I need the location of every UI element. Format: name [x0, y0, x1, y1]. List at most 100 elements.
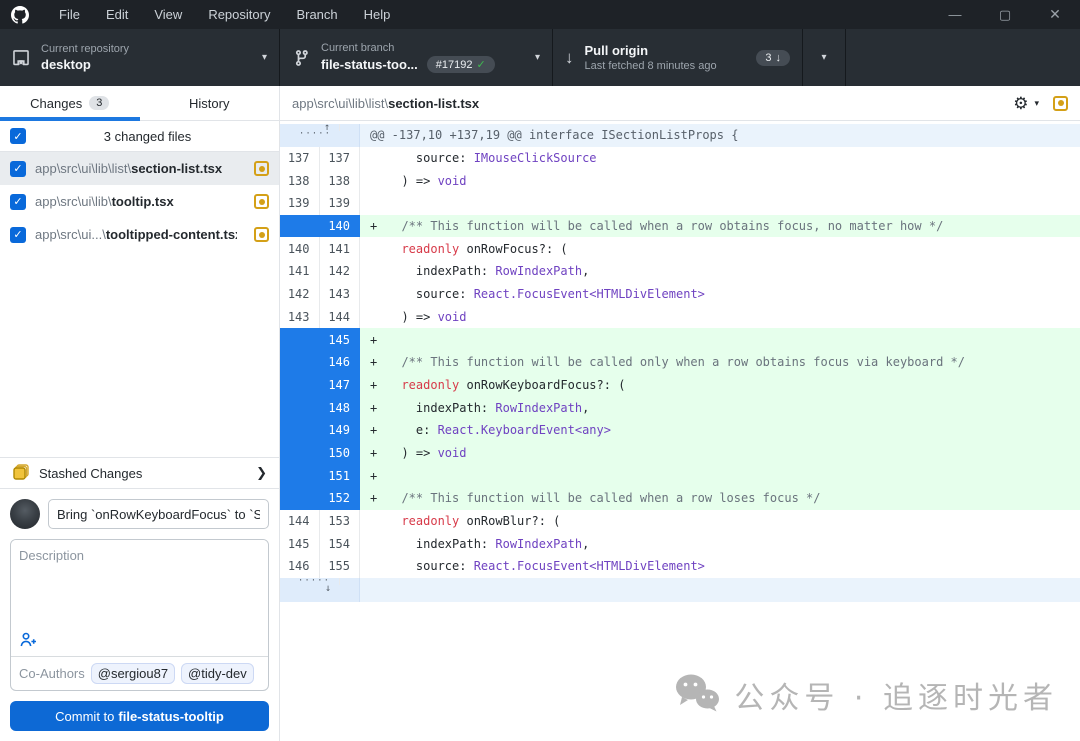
pull-origin-button[interactable]: ↓ Pull origin Last fetched 8 minutes ago…	[553, 29, 803, 86]
old-line-number[interactable]	[280, 442, 320, 465]
gear-icon[interactable]: ⚙	[1013, 95, 1028, 112]
diff-line-row[interactable]: 145+	[280, 328, 1080, 351]
old-line-number[interactable]: 145	[280, 532, 320, 555]
new-line-number[interactable]: 151	[320, 464, 359, 487]
diff-line-row[interactable]: 151+	[280, 464, 1080, 487]
new-line-number[interactable]: 150	[320, 442, 359, 465]
new-line-number[interactable]: 153	[320, 510, 359, 533]
old-line-number[interactable]: 144	[280, 510, 320, 533]
diff-line-row[interactable]: 138138 ) => void	[280, 169, 1080, 192]
file-row[interactable]: ✓app\src\ui...\tooltipped-content.tsx	[0, 218, 279, 251]
maximize-button[interactable]: ▢	[980, 0, 1030, 29]
old-line-number[interactable]	[280, 328, 320, 351]
modified-status-icon	[254, 227, 269, 242]
diff-line-row[interactable]: 152+ /** This function will be called wh…	[280, 487, 1080, 510]
changed-files-count-label: 3 changed files	[26, 129, 269, 144]
diff-line-row[interactable]: 148+ indexPath: RowIndexPath,	[280, 396, 1080, 419]
commit-description-box: Co-Authors @sergiou87@tidy-dev	[10, 539, 269, 691]
menu-help[interactable]: Help	[351, 0, 404, 29]
expand-up-icon[interactable]: ↑·····	[280, 124, 360, 138]
diff-line-row[interactable]: 139139	[280, 192, 1080, 215]
new-line-number[interactable]: 145	[320, 328, 359, 351]
diff-code-line: readonly onRowFocus?: (	[387, 242, 568, 256]
file-checkbox[interactable]: ✓	[10, 227, 26, 243]
line-marker: +	[360, 401, 387, 415]
old-line-number[interactable]: 143	[280, 306, 320, 329]
add-coauthor-icon[interactable]	[20, 632, 37, 652]
diff-line-row[interactable]: 149+ e: React.KeyboardEvent<any>	[280, 419, 1080, 442]
old-line-number[interactable]	[280, 396, 320, 419]
gear-dropdown-caret-icon[interactable]: ▾	[1034, 98, 1039, 109]
menu-branch[interactable]: Branch	[283, 0, 350, 29]
diff-code-line: source: React.FocusEvent<HTMLDivElement>	[387, 287, 705, 301]
diff-line-row[interactable]: 137137 source: IMouseClickSource	[280, 147, 1080, 170]
diff-line-row[interactable]: 142143 source: React.FocusEvent<HTMLDivE…	[280, 283, 1080, 306]
commit-button[interactable]: Commit to file-status-tooltip	[10, 701, 269, 731]
tab-history[interactable]: History	[140, 86, 280, 120]
diff-line-row[interactable]: 140141 readonly onRowFocus?: (	[280, 237, 1080, 260]
diff-line-row[interactable]: 146155 source: React.FocusEvent<HTMLDivE…	[280, 555, 1080, 578]
old-line-number[interactable]	[280, 419, 320, 442]
old-line-number[interactable]	[280, 374, 320, 397]
stashed-changes-row[interactable]: Stashed Changes ❯	[0, 457, 279, 489]
old-line-number[interactable]: 146	[280, 555, 320, 578]
new-line-number[interactable]: 155	[320, 555, 359, 578]
new-line-number[interactable]: 148	[320, 396, 359, 419]
file-row[interactable]: ✓app\src\ui\lib\tooltip.tsx	[0, 185, 279, 218]
stashed-changes-label: Stashed Changes	[39, 466, 247, 481]
diff-line-row[interactable]: 143144 ) => void	[280, 306, 1080, 329]
new-line-number[interactable]: 141	[320, 237, 359, 260]
new-line-number[interactable]: 154	[320, 532, 359, 555]
coauthor-chip[interactable]: @tidy-dev	[181, 663, 254, 684]
commit-description-input[interactable]	[11, 540, 268, 628]
old-line-number[interactable]: 142	[280, 283, 320, 306]
pull-options-dropdown-button[interactable]: ▾	[803, 29, 846, 86]
coauthor-chip[interactable]: @sergiou87	[91, 663, 175, 684]
current-branch-button[interactable]: Current branch file-status-too... #17192…	[280, 29, 553, 86]
diff-line-row[interactable]: 150+ ) => void	[280, 442, 1080, 465]
diff-line-row[interactable]: 147+ readonly onRowKeyboardFocus?: (	[280, 374, 1080, 397]
file-checkbox[interactable]: ✓	[10, 161, 26, 177]
new-line-number[interactable]: 140	[320, 215, 359, 238]
old-line-number[interactable]	[280, 464, 320, 487]
menu-repository[interactable]: Repository	[195, 0, 283, 29]
new-line-number[interactable]: 149	[320, 419, 359, 442]
old-line-number[interactable]	[280, 351, 320, 374]
new-line-number[interactable]: 146	[320, 351, 359, 374]
new-line-number[interactable]: 137	[320, 147, 359, 170]
commit-summary-input[interactable]	[48, 499, 269, 529]
old-line-number[interactable]: 141	[280, 260, 320, 283]
old-line-number[interactable]: 140	[280, 237, 320, 260]
old-line-number[interactable]	[280, 487, 320, 510]
menu-edit[interactable]: Edit	[93, 0, 141, 29]
old-line-number[interactable]: 138	[280, 169, 320, 192]
diff-expand-row[interactable]: ·····↓	[280, 578, 1080, 602]
current-repository-button[interactable]: Current repository desktop ▾	[0, 29, 280, 86]
menu-file[interactable]: File	[46, 0, 93, 29]
old-line-number[interactable]	[280, 215, 320, 238]
minimize-button[interactable]: —	[930, 0, 980, 29]
select-all-checkbox[interactable]: ✓	[10, 128, 26, 144]
diff-line-row[interactable]: 146+ /** This function will be called on…	[280, 351, 1080, 374]
new-line-number[interactable]: 144	[320, 306, 359, 329]
expand-down-icon[interactable]: ·····↓	[280, 578, 360, 592]
file-checkbox[interactable]: ✓	[10, 194, 26, 210]
diff-line-row[interactable]: 144153 readonly onRowBlur?: (	[280, 510, 1080, 533]
diff-line-row[interactable]: 140+ /** This function will be called wh…	[280, 215, 1080, 238]
tab-changes[interactable]: Changes 3	[0, 86, 140, 120]
new-line-number[interactable]: 152	[320, 487, 359, 510]
new-line-number[interactable]: 147	[320, 374, 359, 397]
menu-view[interactable]: View	[141, 0, 195, 29]
pull-count-badge: 3 ↓	[756, 50, 790, 66]
new-line-number[interactable]: 139	[320, 192, 359, 215]
file-row[interactable]: ✓app\src\ui\lib\list\section-list.tsx	[0, 152, 279, 185]
new-line-number[interactable]: 143	[320, 283, 359, 306]
new-line-number[interactable]: 142	[320, 260, 359, 283]
new-line-number[interactable]: 138	[320, 169, 359, 192]
old-line-number[interactable]: 139	[280, 192, 320, 215]
diff-line-row[interactable]: 141142 indexPath: RowIndexPath,	[280, 260, 1080, 283]
old-line-number[interactable]: 137	[280, 147, 320, 170]
diff-line-row[interactable]: 145154 indexPath: RowIndexPath,	[280, 532, 1080, 555]
close-button[interactable]: ✕	[1030, 0, 1080, 29]
pull-dropdown-caret-icon: ▾	[821, 52, 826, 63]
